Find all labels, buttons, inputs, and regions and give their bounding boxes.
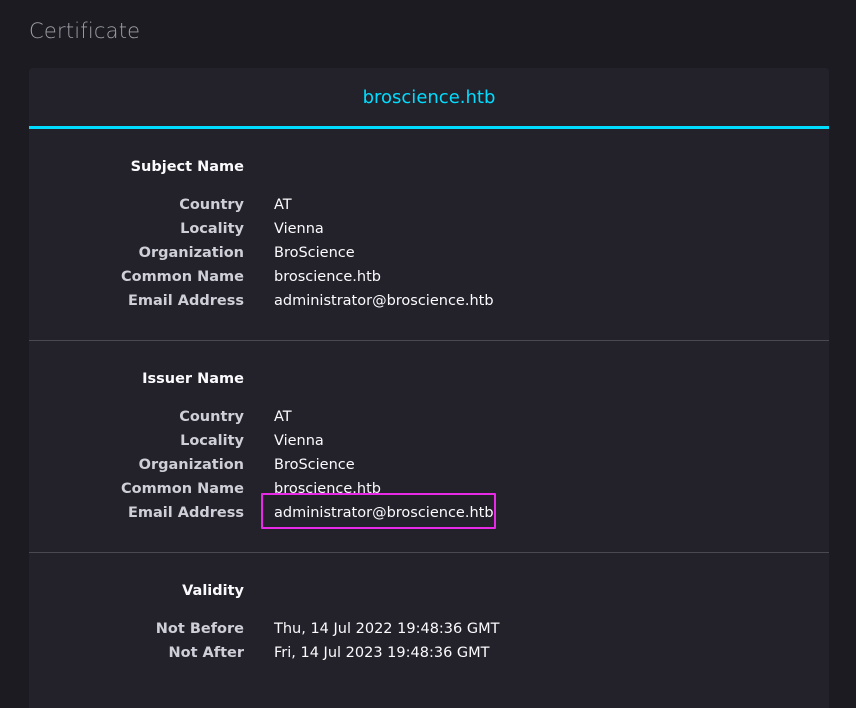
highlighted-field-value: administrator@broscience.htb (261, 493, 496, 529)
issuer-name-section: Issuer Name Country AT Locality Vienna O… (29, 341, 829, 553)
field-value: AT (274, 197, 292, 213)
subject-row-organization: Organization BroScience (29, 241, 829, 265)
subject-name-section: Subject Name Country AT Locality Vienna … (29, 129, 829, 341)
field-label: Organization (138, 457, 244, 473)
tab-broscience-htb[interactable]: broscience.htb (29, 68, 829, 129)
field-value: AT (274, 409, 292, 425)
section-title-subject: Subject Name (130, 159, 244, 175)
section-title-issuer: Issuer Name (142, 371, 244, 387)
issuer-row-organization: Organization BroScience (29, 453, 829, 477)
subject-row-locality: Locality Vienna (29, 217, 829, 241)
field-label: Country (179, 409, 244, 425)
field-value: BroScience (274, 457, 355, 473)
field-label: Email Address (127, 505, 244, 521)
subject-row-email-address: Email Address administrator@broscience.h… (29, 289, 829, 313)
field-value: Vienna (274, 221, 324, 237)
field-label: Not After (168, 645, 244, 661)
field-value: administrator@broscience.htb (274, 293, 494, 309)
tab-label: broscience.htb (362, 86, 496, 108)
validity-row-not-before: Not Before Thu, 14 Jul 2022 19:48:36 GMT (29, 617, 829, 641)
field-label: Common Name (120, 481, 244, 497)
field-value: Fri, 14 Jul 2023 19:48:36 GMT (274, 645, 490, 661)
field-label: Email Address (127, 293, 244, 309)
field-label: Common Name (120, 269, 244, 285)
field-value: Vienna (274, 433, 324, 449)
subject-row-country: Country AT (29, 193, 829, 217)
field-value: broscience.htb (274, 269, 381, 285)
certificate-card: broscience.htb Subject Name Country AT L… (29, 68, 829, 708)
issuer-row-locality: Locality Vienna (29, 429, 829, 453)
field-label: Organization (138, 245, 244, 261)
validity-section: Validity Not Before Thu, 14 Jul 2022 19:… (29, 553, 829, 692)
field-value: BroScience (274, 245, 355, 261)
field-label: Locality (180, 433, 244, 449)
validity-row-not-after: Not After Fri, 14 Jul 2023 19:48:36 GMT (29, 641, 829, 665)
page-title: Certificate (29, 19, 141, 43)
field-value: Thu, 14 Jul 2022 19:48:36 GMT (274, 621, 500, 637)
field-label: Not Before (155, 621, 244, 637)
field-label: Country (179, 197, 244, 213)
issuer-row-email-address: Email Address administrator@broscience.h… (29, 493, 829, 529)
subject-row-common-name: Common Name broscience.htb (29, 265, 829, 289)
section-title-validity: Validity (182, 583, 244, 599)
issuer-row-country: Country AT (29, 405, 829, 429)
field-label: Locality (180, 221, 244, 237)
